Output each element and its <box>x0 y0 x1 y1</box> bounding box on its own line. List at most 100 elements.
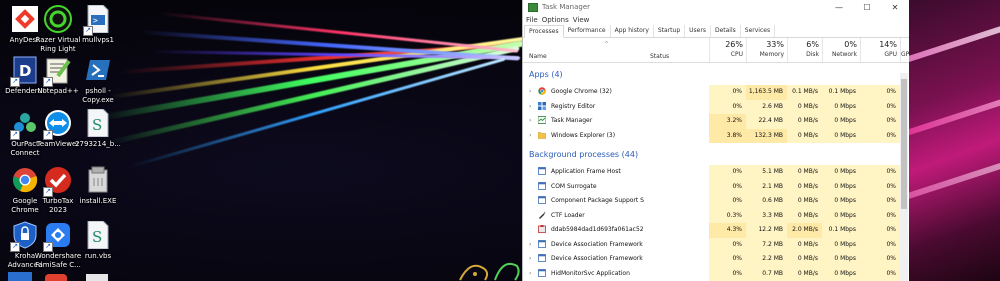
process-row[interactable]: › Device Association Framework P... 0% 2.2 … <box>523 252 909 267</box>
shortcut-arrow-icon: ↗ <box>83 26 93 36</box>
shortcut-arrow-icon: ↗ <box>10 77 20 87</box>
process-cpu: 0% <box>709 179 746 194</box>
process-memory: 2.2 MB <box>746 252 787 267</box>
process-gpu: 0% <box>860 194 900 209</box>
maximize-button[interactable]: ☐ <box>853 3 881 12</box>
app-window-icon <box>538 181 546 190</box>
process-disk: 0 MB/s <box>787 128 822 143</box>
process-cpu: 0% <box>709 99 746 114</box>
expand-chevron-icon[interactable]: › <box>529 255 531 262</box>
file-explorer-icon <box>537 131 547 139</box>
network-column-label: Network <box>831 51 857 58</box>
process-memory: 22.4 MB <box>746 114 787 129</box>
vertical-scrollbar[interactable] <box>900 73 908 281</box>
process-name: ddab5984dad1d693fa061ac52e... <box>551 226 644 233</box>
process-network: 0 Mbps <box>822 114 860 129</box>
column-header-network[interactable]: 0% Network <box>822 38 861 62</box>
process-row[interactable]: › Google Chrome (32) 0% 1,163.5 MB 0.1 MB/s 0… <box>523 85 909 100</box>
memory-total-percent: 33% <box>766 40 784 49</box>
disk-total-percent: 6% <box>806 40 819 49</box>
sort-caret-icon: ^ <box>604 41 610 48</box>
wallpaper-right-art <box>880 0 1000 281</box>
desktop-icon-partial[interactable] <box>45 274 67 281</box>
process-cpu: 3.8% <box>709 128 746 143</box>
process-memory: 7.2 MB <box>746 237 787 252</box>
desktop-icon-run-vbs[interactable]: S run.vbs <box>73 220 123 261</box>
shortcut-arrow-icon: ↗ <box>43 242 53 252</box>
process-row[interactable]: CTF Loader 0.3% 3.3 MB 0 MB/s 0 Mbps 0% <box>523 208 909 223</box>
column-header-gpu-engine[interactable]: GP <box>900 38 909 62</box>
desktop-icon-2793214[interactable]: S 2793214_b... <box>73 108 123 149</box>
expand-chevron-icon[interactable]: › <box>529 103 531 110</box>
expand-chevron-icon[interactable]: › <box>529 117 531 124</box>
expand-chevron-icon[interactable]: › <box>529 241 531 248</box>
menu-options[interactable]: Options <box>542 16 569 24</box>
process-name: Windows Explorer (3) <box>551 131 616 139</box>
tab-performance[interactable]: Performance <box>564 25 611 37</box>
shortcut-arrow-icon: ↗ <box>10 130 20 140</box>
process-row[interactable]: › HidMonitorSvc Application 0% 0.7 MB 0 MB/s… <box>523 266 909 281</box>
powershell-script-icon: > ↗ <box>83 4 113 36</box>
process-group-header[interactable]: Apps (4) <box>523 63 909 85</box>
column-header-status[interactable]: Status <box>650 53 669 60</box>
tab-users[interactable]: Users <box>685 25 711 37</box>
process-name: Device Association Framework P... <box>551 255 644 262</box>
gpu-column-label: GPU <box>884 51 897 58</box>
cpu-total-percent: 26% <box>725 40 743 49</box>
desktop-icon-mullvps1[interactable]: > ↗ mullvps1 <box>73 4 123 45</box>
process-network: 0 Mbps <box>822 266 860 281</box>
tab-details[interactable]: Details <box>711 25 741 37</box>
task-manager-window[interactable]: Task Manager — ☐ ✕ File Options View Pro… <box>522 0 909 281</box>
process-group-title: Apps (4) <box>529 70 563 79</box>
process-row[interactable]: Application Frame Host 0% 5.1 MB 0 MB/s 0 Mb… <box>523 165 909 180</box>
column-header-name[interactable]: Name <box>529 53 547 60</box>
tab-startup[interactable]: Startup <box>654 25 686 37</box>
process-row[interactable]: › Windows Explorer (3) 3.8% 132.3 MB 0 MB/s 0… <box>523 128 909 143</box>
tab-services[interactable]: Services <box>741 25 776 37</box>
process-row[interactable]: COM Surrogate 0% 2.1 MB 0 MB/s 0 Mbps 0% <box>523 179 909 194</box>
process-group-header[interactable]: Background processes (44) <box>523 143 909 165</box>
shortcut-arrow-icon: ↗ <box>43 187 53 197</box>
svg-text:D: D <box>19 62 31 80</box>
svg-text:>: > <box>93 16 98 25</box>
expand-chevron-icon[interactable]: › <box>529 270 531 277</box>
process-disk: 0.1 MB/s <box>787 85 822 100</box>
process-cpu: 0% <box>709 266 746 281</box>
desktop-icon-partial[interactable] <box>8 272 32 281</box>
process-disk: 0 MB/s <box>787 252 822 267</box>
process-row[interactable]: › Registry Editor 0% 2.6 MB 0 MB/s 0 Mbps 0% <box>523 99 909 114</box>
tab-app-history[interactable]: App history <box>611 25 654 37</box>
process-memory: 2.1 MB <box>746 179 787 194</box>
menu-view[interactable]: View <box>573 16 590 24</box>
app-window-icon <box>538 239 546 248</box>
desktop-icon-partial[interactable] <box>86 274 108 281</box>
menu-file[interactable]: File <box>526 16 538 24</box>
expand-chevron-icon[interactable]: › <box>529 88 531 95</box>
column-header-row: ^ Name Status 26% CPU 33% Memory 6% Disk… <box>523 38 909 63</box>
process-row[interactable]: › Device Association Framework P... 0% 7.2 … <box>523 237 909 252</box>
process-network: 0 Mbps <box>822 252 860 267</box>
expand-chevron-icon[interactable]: › <box>529 132 531 139</box>
minimize-button[interactable]: — <box>825 3 853 12</box>
process-row[interactable]: Component Package Support S... 0% 0.6 MB 0 … <box>523 194 909 209</box>
desktop-icon-install-exe[interactable]: install.EXE <box>73 165 123 206</box>
column-header-memory[interactable]: 33% Memory <box>746 38 788 62</box>
process-cpu: 0% <box>709 85 746 100</box>
column-header-cpu[interactable]: 26% CPU <box>709 38 747 62</box>
tab-processes[interactable]: Processes <box>524 25 564 38</box>
process-row[interactable]: ddab5984dad1d693fa061ac52e... 4.3% 12.2 MB… <box>523 223 909 238</box>
shortcut-arrow-icon: ↗ <box>10 242 20 252</box>
process-name: Component Package Support S... <box>551 197 644 204</box>
process-gpu: 0% <box>860 237 900 252</box>
process-cpu: 0% <box>709 194 746 209</box>
scrollbar-thumb[interactable] <box>901 79 907 209</box>
column-header-disk[interactable]: 6% Disk <box>787 38 823 62</box>
powershell-icon <box>83 55 113 85</box>
close-button[interactable]: ✕ <box>881 3 909 12</box>
process-gpu: 0% <box>860 179 900 194</box>
process-cpu: 3.2% <box>709 114 746 129</box>
process-row[interactable]: › Task Manager 3.2% 22.4 MB 0 MB/s 0 Mbps 0% <box>523 114 909 129</box>
column-header-gpu[interactable]: 14% GPU <box>860 38 901 62</box>
title-bar[interactable]: Task Manager — ☐ ✕ <box>523 0 909 14</box>
desktop-icon-psholl-copy[interactable]: psholl - Copy.exe <box>73 55 123 105</box>
